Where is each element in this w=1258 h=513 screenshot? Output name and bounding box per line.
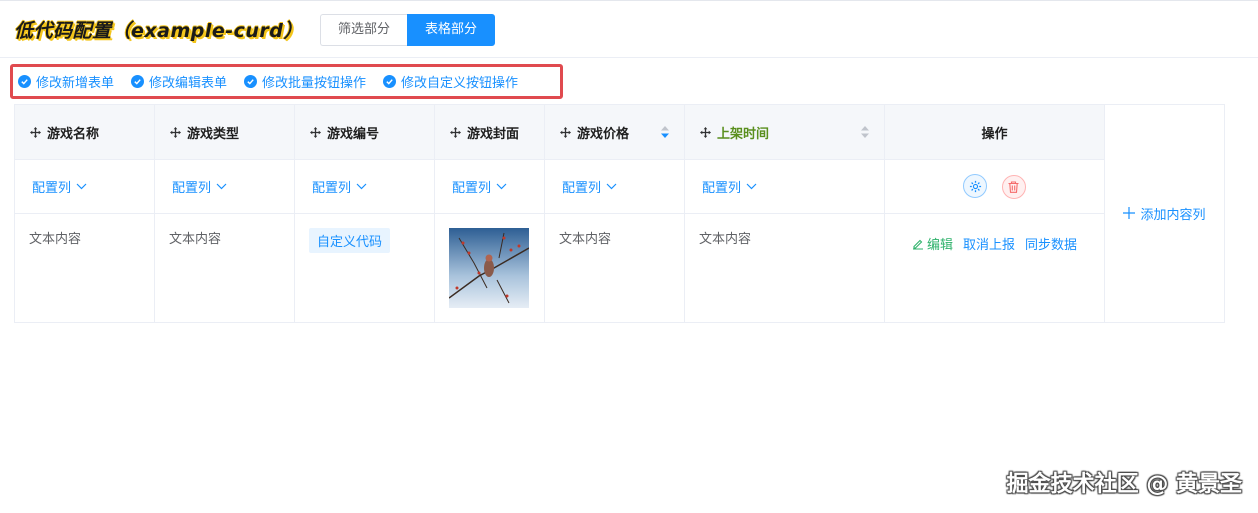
gear-icon bbox=[969, 180, 981, 192]
edit-link-label: 修改自定义按钮操作 bbox=[401, 76, 519, 91]
chevron-down-icon bbox=[606, 183, 617, 190]
column-header-name[interactable]: 游戏名称 bbox=[14, 104, 155, 160]
move-icon[interactable] bbox=[170, 126, 181, 138]
delete-button[interactable] bbox=[1001, 174, 1026, 199]
config-column-dropdown[interactable]: 配置列 bbox=[32, 177, 87, 196]
table-row: 文本内容 文本内容 自定义代码 文本内容 文本内容 编辑 取消上报 同步数据 bbox=[14, 213, 1225, 323]
edit-edit-form-link[interactable]: 修改编辑表单 bbox=[131, 72, 227, 91]
add-column-button[interactable]: 添加内容列 bbox=[1123, 204, 1206, 223]
column-header-time[interactable]: 上架时间 bbox=[684, 104, 885, 160]
column-header-type[interactable]: 游戏类型 bbox=[154, 104, 295, 160]
plus-icon bbox=[1123, 207, 1136, 220]
config-label: 配置列 bbox=[172, 181, 212, 196]
cell-name: 文本内容 bbox=[14, 213, 155, 323]
column-title: 游戏编号 bbox=[327, 126, 380, 142]
cell-cover bbox=[434, 213, 545, 323]
chevron-down-icon bbox=[216, 183, 227, 190]
chevron-down-icon bbox=[496, 183, 507, 190]
sort-caret-icon[interactable] bbox=[660, 125, 670, 139]
edit-links-box: 修改新增表单 修改编辑表单 修改批量按钮操作 修改自定义按钮操作 bbox=[10, 64, 563, 99]
config-label: 配置列 bbox=[562, 181, 602, 196]
move-icon[interactable] bbox=[450, 126, 461, 138]
watermark: 掘金技术社区 @ 黄景圣 bbox=[1006, 472, 1242, 497]
move-icon[interactable] bbox=[310, 126, 321, 138]
config-cell: 配置列 bbox=[154, 159, 295, 214]
column-title: 上架时间 bbox=[717, 126, 770, 142]
sort-caret-icon[interactable] bbox=[860, 125, 870, 139]
edit-link-label: 修改新增表单 bbox=[36, 76, 115, 91]
chevron-down-icon bbox=[76, 183, 87, 190]
section-tabs: 筛选部分 表格部分 bbox=[320, 14, 495, 46]
page-title: 低代码配置（example-curd） bbox=[14, 20, 303, 42]
cancel-report-action[interactable]: 取消上报 bbox=[963, 234, 1015, 253]
top-bar: 低代码配置（example-curd） 筛选部分 表格部分 bbox=[0, 0, 1258, 58]
check-circle-icon bbox=[18, 75, 31, 88]
column-title: 操作 bbox=[981, 126, 1008, 142]
column-header-code[interactable]: 游戏编号 bbox=[294, 104, 435, 160]
column-header-cover[interactable]: 游戏封面 bbox=[434, 104, 545, 160]
tab-table[interactable]: 表格部分 bbox=[407, 14, 495, 46]
config-table: 游戏名称 游戏类型 游戏编号 游戏封面 游戏价格 上架时间 操作 添加内容列 配… bbox=[14, 104, 1225, 323]
column-title: 游戏类型 bbox=[187, 126, 240, 142]
column-header-price[interactable]: 游戏价格 bbox=[544, 104, 685, 160]
cell-time: 文本内容 bbox=[684, 213, 885, 323]
cell-code: 自定义代码 bbox=[294, 213, 435, 323]
check-circle-icon bbox=[131, 75, 145, 88]
config-label: 配置列 bbox=[702, 181, 742, 196]
config-cell: 配置列 bbox=[434, 159, 545, 214]
config-cell: 配置列 bbox=[684, 159, 885, 214]
move-icon[interactable] bbox=[560, 126, 571, 138]
game-cover-image bbox=[449, 228, 529, 308]
edit-batch-buttons-link[interactable]: 修改批量按钮操作 bbox=[244, 72, 366, 91]
chevron-down-icon bbox=[356, 183, 367, 190]
cell-price: 文本内容 bbox=[544, 213, 685, 323]
custom-code-tag: 自定义代码 bbox=[309, 228, 391, 253]
config-column-dropdown[interactable]: 配置列 bbox=[172, 177, 227, 196]
config-cell: 配置列 bbox=[14, 159, 155, 214]
config-actions-cell bbox=[884, 159, 1105, 214]
column-title: 游戏名称 bbox=[47, 126, 100, 142]
config-column-dropdown[interactable]: 配置列 bbox=[702, 177, 757, 196]
config-cell: 配置列 bbox=[294, 159, 435, 214]
check-circle-icon bbox=[244, 75, 258, 88]
edit-custom-buttons-link[interactable]: 修改自定义按钮操作 bbox=[383, 72, 518, 91]
cell-type: 文本内容 bbox=[154, 213, 295, 323]
tab-filter[interactable]: 筛选部分 bbox=[320, 14, 407, 46]
edit-action-label: 编辑 bbox=[926, 238, 953, 253]
config-column-dropdown[interactable]: 配置列 bbox=[562, 177, 617, 196]
add-column-cell: 添加内容列 bbox=[1104, 104, 1225, 323]
edit-pen-icon bbox=[912, 239, 923, 250]
config-row: 配置列 配置列 配置列 配置列 配置列 配置列 bbox=[14, 159, 1225, 214]
sync-data-action[interactable]: 同步数据 bbox=[1025, 234, 1077, 253]
check-circle-icon bbox=[383, 75, 397, 88]
column-title: 游戏封面 bbox=[467, 126, 520, 142]
add-column-label: 添加内容列 bbox=[1140, 207, 1206, 223]
config-column-dropdown[interactable]: 配置列 bbox=[312, 177, 367, 196]
table-header-row: 游戏名称 游戏类型 游戏编号 游戏封面 游戏价格 上架时间 操作 添加内容列 bbox=[14, 104, 1225, 323]
edit-action[interactable]: 编辑 bbox=[912, 234, 953, 253]
config-column-dropdown[interactable]: 配置列 bbox=[452, 177, 507, 196]
config-label: 配置列 bbox=[32, 181, 72, 196]
config-label: 配置列 bbox=[312, 181, 352, 196]
move-icon[interactable] bbox=[30, 126, 41, 138]
edit-link-label: 修改编辑表单 bbox=[149, 76, 228, 91]
move-icon[interactable] bbox=[700, 126, 711, 138]
settings-button[interactable] bbox=[963, 174, 988, 199]
trash-icon bbox=[1008, 181, 1019, 193]
config-label: 配置列 bbox=[452, 181, 492, 196]
edit-link-label: 修改批量按钮操作 bbox=[262, 76, 367, 91]
edit-add-form-link[interactable]: 修改新增表单 bbox=[18, 72, 114, 91]
chevron-down-icon bbox=[746, 183, 757, 190]
config-cell: 配置列 bbox=[544, 159, 685, 214]
column-title: 游戏价格 bbox=[577, 126, 630, 142]
column-header-actions: 操作 bbox=[884, 104, 1105, 160]
cell-actions: 编辑 取消上报 同步数据 bbox=[884, 213, 1105, 323]
